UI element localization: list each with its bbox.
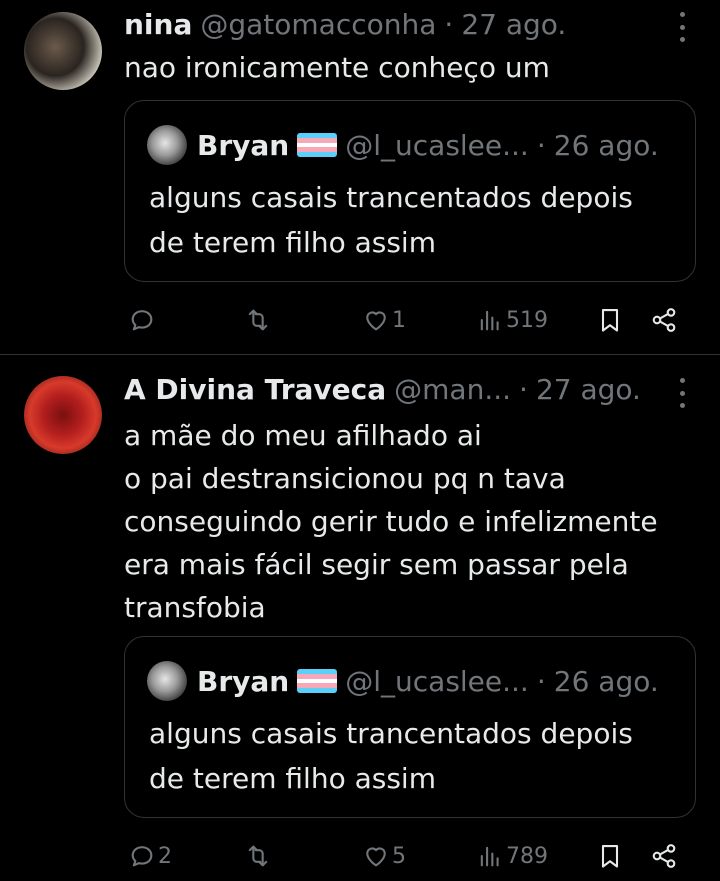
like-count: 1 (392, 307, 406, 333)
views-count: 789 (506, 843, 548, 869)
retweet-icon (248, 845, 268, 867)
reply-icon (131, 846, 153, 867)
trans-flag-icon (297, 133, 338, 157)
retweet-button[interactable] (244, 838, 274, 874)
views-chart-icon (480, 846, 499, 867)
views-button[interactable]: 519 (476, 302, 548, 338)
heart-icon (366, 847, 386, 867)
bookmark-button[interactable] (596, 302, 624, 338)
share-icon (652, 308, 676, 332)
avatar (147, 661, 187, 701)
bookmark-button[interactable] (596, 838, 624, 874)
reply-button[interactable] (128, 302, 158, 338)
separator-dot: · (536, 664, 546, 698)
like-button[interactable]: 5 (362, 838, 406, 874)
quote-text: alguns casais trancentados depois de ter… (149, 181, 633, 259)
reply-button[interactable]: 2 (128, 838, 172, 874)
author-name[interactable]: A Divina Traveca (124, 373, 386, 406)
more-vertical-icon[interactable] (678, 12, 686, 42)
author-name[interactable]: nina (124, 8, 192, 41)
views-count: 519 (506, 307, 548, 333)
views-chart-icon (480, 310, 499, 331)
author-handle[interactable]: @gatomacconha (200, 8, 436, 41)
share-button[interactable] (650, 838, 678, 874)
quote-date: 26 ago. (553, 664, 659, 698)
trans-flag-icon (297, 669, 338, 693)
reply-count: 2 (158, 843, 172, 869)
author-handle[interactable]: @man... (394, 373, 511, 406)
quote-author-handle: @l_ucaslee... (345, 128, 529, 162)
like-count: 5 (392, 843, 406, 869)
tweet-header: nina @gatomacconha · 27 ago. (124, 4, 566, 44)
quote-author-name: Bryan (197, 664, 290, 698)
bookmark-icon (601, 309, 619, 332)
separator-dot: · (536, 128, 546, 162)
avatar[interactable] (24, 376, 102, 454)
retweet-button[interactable] (244, 302, 274, 338)
tweet-2[interactable]: A Divina Traveca @man... · 27 ago. a mãe… (0, 356, 720, 881)
reply-icon (131, 310, 153, 331)
tweet-divider (0, 354, 720, 355)
quoted-tweet[interactable]: Bryan @l_ucaslee... · 26 ago. alguns cas… (124, 636, 696, 818)
tweet-text: nao ironicamente conheço um (124, 51, 550, 84)
tweet-date[interactable]: 27 ago. (461, 8, 566, 41)
tweet-1[interactable]: nina @gatomacconha · 27 ago. nao ironica… (0, 0, 720, 355)
like-button[interactable]: 1 (362, 302, 406, 338)
quote-header: Bryan @l_ucaslee... · 26 ago. (147, 661, 659, 701)
quoted-tweet[interactable]: Bryan @l_ucaslee... · 26 ago. alguns cas… (124, 100, 696, 282)
tweet-date[interactable]: 27 ago. (536, 373, 641, 406)
quote-author-handle: @l_ucaslee... (345, 664, 529, 698)
share-button[interactable] (650, 302, 678, 338)
quote-author-name: Bryan (197, 128, 290, 162)
quote-date: 26 ago. (553, 128, 659, 162)
views-button[interactable]: 789 (476, 838, 548, 874)
retweet-icon (248, 309, 268, 331)
bookmark-icon (601, 845, 619, 868)
quote-header: Bryan @l_ucaslee... · 26 ago. (147, 125, 659, 165)
tweet-text: a mãe do meu afilhado ai o pai destransi… (124, 419, 658, 624)
heart-icon (366, 311, 386, 331)
separator-dot: · (444, 7, 454, 41)
tweet-header: A Divina Traveca @man... · 27 ago. (124, 369, 641, 409)
action-bar: 1 519 (124, 302, 694, 338)
avatar[interactable] (24, 12, 102, 90)
share-icon (652, 844, 676, 868)
action-bar: 2 5 789 (124, 838, 694, 874)
avatar (147, 125, 187, 165)
quote-text: alguns casais trancentados depois de ter… (149, 717, 633, 795)
more-vertical-icon[interactable] (678, 378, 686, 408)
separator-dot: · (519, 372, 528, 406)
